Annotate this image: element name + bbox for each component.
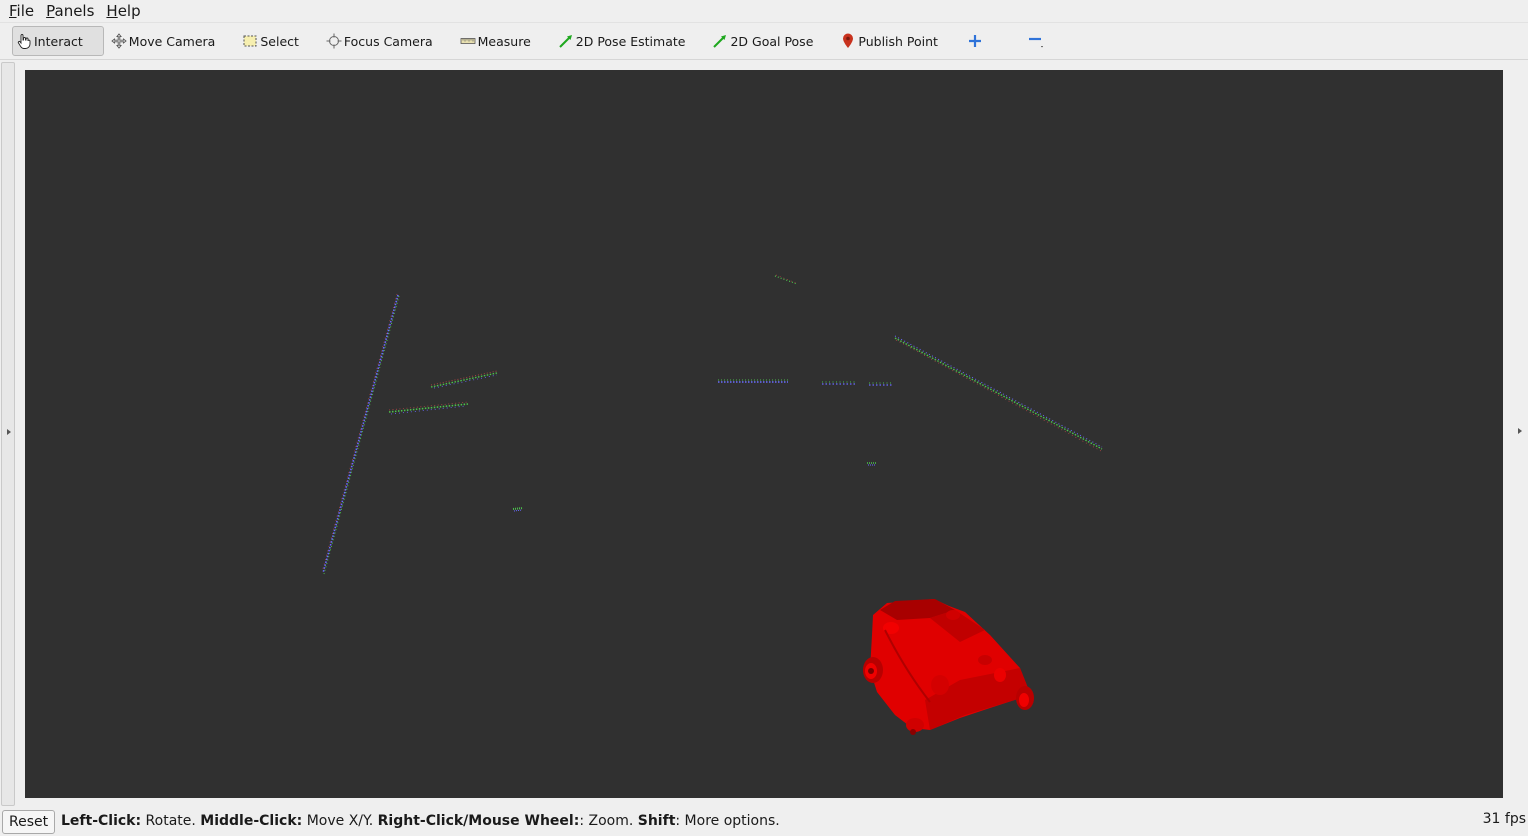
- publish-point-tool-button[interactable]: Publish Point: [835, 26, 942, 56]
- remove-tool-button[interactable]: [1021, 26, 1052, 56]
- left-panel-toggle[interactable]: [1, 62, 15, 806]
- scene-canvas: [321, 274, 1103, 735]
- hint-left-click-key: Left-Click:: [61, 813, 142, 829]
- add-tool-button[interactable]: [960, 26, 991, 56]
- hint-right-click-text: : Zoom.: [579, 813, 638, 829]
- menu-panels-mnemonic: P: [46, 2, 55, 20]
- select-tool-label: Select: [260, 33, 299, 49]
- status-bar: Reset Left-Click: Rotate. Middle-Click: …: [0, 808, 1528, 836]
- pose-estimate-tool-button[interactable]: 2D Pose Estimate: [553, 26, 690, 56]
- robot-model: [863, 599, 1034, 735]
- selection-rect-icon: [241, 32, 259, 50]
- hint-middle-click-text: Move X/Y.: [302, 813, 378, 829]
- publish-point-tool-label: Publish Point: [858, 33, 938, 49]
- expand-arrow-icon: [7, 429, 11, 435]
- render-viewport[interactable]: [25, 70, 1503, 798]
- focus-crosshair-icon: [325, 32, 343, 50]
- menu-panels[interactable]: Panels: [40, 0, 100, 22]
- green-arrow-icon: [711, 32, 729, 50]
- goal-pose-tool-label: 2D Goal Pose: [730, 33, 814, 49]
- menu-help-mnemonic: H: [106, 2, 118, 20]
- pose-estimate-tool-label: 2D Pose Estimate: [575, 33, 686, 49]
- select-tool-button[interactable]: Select: [237, 26, 303, 56]
- focus-camera-tool-label: Focus Camera: [343, 33, 433, 49]
- expand-arrow-icon: [1518, 428, 1522, 434]
- measure-tool-label: Measure: [477, 33, 531, 49]
- laser-scan: [321, 274, 1103, 575]
- hint-shift-key: Shift: [637, 813, 676, 829]
- right-panel-toggle[interactable]: [1510, 62, 1528, 806]
- hint-right-click-key: Right-Click/Mouse Wheel:: [377, 813, 580, 829]
- goal-pose-tool-button[interactable]: 2D Goal Pose: [707, 26, 817, 56]
- ruler-icon: [459, 32, 477, 50]
- hint-middle-click-key: Middle-Click:: [200, 813, 303, 829]
- interact-tool-button[interactable]: Interact: [12, 26, 104, 56]
- hand-pointer-icon: [15, 32, 33, 50]
- measure-tool-button[interactable]: Measure: [455, 26, 535, 56]
- interact-tool-label: Interact: [34, 33, 83, 49]
- menu-file-label: ile: [16, 2, 35, 20]
- menu-file[interactable]: File: [3, 0, 40, 22]
- map-pin-icon: [839, 32, 857, 50]
- move-camera-tool-label: Move Camera: [128, 33, 216, 49]
- reset-button[interactable]: Reset: [2, 810, 56, 834]
- focus-camera-tool-button[interactable]: Focus Camera: [321, 26, 437, 56]
- menu-bar: File Panels Help: [0, 0, 1528, 22]
- fps-counter: 31 fps: [1482, 811, 1526, 827]
- menu-file-mnemonic: F: [9, 2, 17, 20]
- mouse-hint: Left-Click: Rotate. Middle-Click: Move X…: [61, 813, 780, 829]
- menu-panels-label: anels: [54, 2, 95, 20]
- move-camera-tool-button[interactable]: Move Camera: [106, 26, 220, 56]
- minus-icon: [1027, 32, 1045, 50]
- plus-icon: [966, 32, 984, 50]
- move-arrows-icon: [110, 32, 128, 50]
- hint-shift-text: : More options.: [675, 813, 780, 829]
- tools-toolbar: Interact Move Camera Select Focus Camera…: [0, 22, 1528, 60]
- green-arrow-icon: [557, 32, 575, 50]
- menu-help-label: elp: [117, 2, 141, 20]
- hint-left-click-text: Rotate.: [141, 813, 201, 829]
- menu-help[interactable]: Help: [100, 0, 146, 22]
